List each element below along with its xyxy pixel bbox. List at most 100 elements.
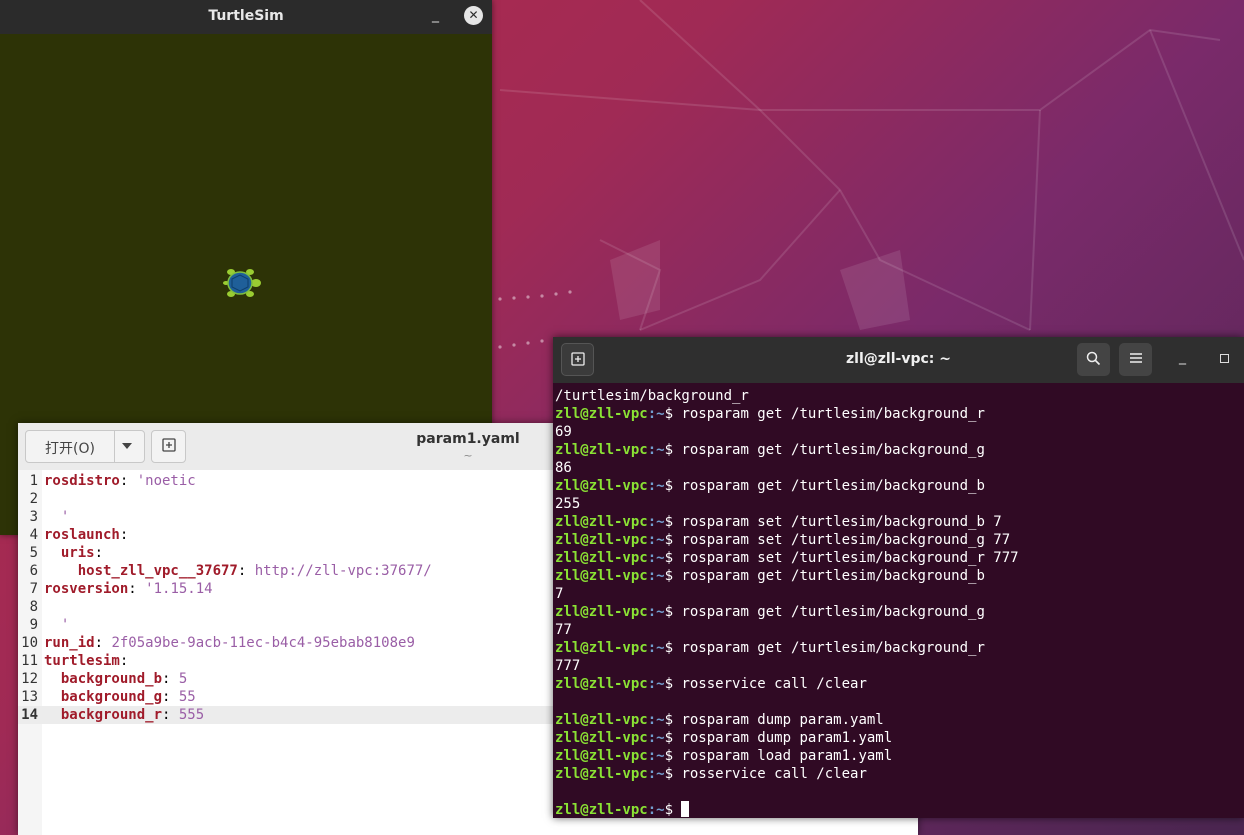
yaml-separator: : [119,653,129,669]
prompt-user: zll@zll-vpc [555,676,648,692]
yaml-separator: : [119,473,137,489]
yaml-key: rosdistro [44,473,120,489]
terminal-title: zll@zll-vpc: ~ [846,351,951,367]
yaml-value: 55 [178,689,196,705]
command-text: rosparam get /turtlesim/background_g [681,604,985,620]
prompt-path: :~ [647,712,665,728]
terminal-command-line: zll@zll-vpc:~$ rosparam load param1.yaml [555,747,1244,765]
open-button[interactable]: 打开(O) [25,430,145,463]
turtlesim-titlebar[interactable]: TurtleSim _ ✕ [0,0,492,34]
terminal-command-line: zll@zll-vpc:~$ [555,801,1244,819]
terminal-command-line: zll@zll-vpc:~$ rosparam get /turtlesim/b… [555,639,1244,657]
prompt-symbol: $ [664,406,682,422]
minimize-icon[interactable]: _ [1179,349,1186,365]
line-text: uris: [44,544,103,562]
prompt-user: zll@zll-vpc [555,442,648,458]
line-number: 9 [29,617,38,633]
prompt-symbol: $ [664,676,682,692]
prompt-user: zll@zll-vpc [555,514,648,530]
prompt-path: :~ [647,802,665,818]
yaml-value: 5 [178,671,188,687]
terminal-output-line: 69 [555,423,1244,441]
yaml-separator: : [237,563,255,579]
terminal-output-line: 77 [555,621,1244,639]
command-text: rosparam get /turtlesim/background_g [681,442,985,458]
line-number: 10 [21,635,38,651]
terminal-output-line: 7 [555,585,1244,603]
turtlesim-title: TurtleSim [208,8,284,24]
prompt-user: zll@zll-vpc [555,568,648,584]
prompt-user: zll@zll-vpc [555,712,648,728]
prompt-symbol: $ [664,748,682,764]
yaml-separator: : [162,689,179,705]
prompt-user: zll@zll-vpc [555,802,648,818]
line-number: 6 [29,563,38,579]
yaml-key: host_zll_vpc__37677 [77,563,238,579]
minimize-icon[interactable]: _ [432,7,439,23]
prompt-symbol: $ [664,514,682,530]
maximize-icon[interactable] [1220,354,1229,363]
yaml-key: run_id [44,635,95,651]
prompt-path: :~ [647,730,665,746]
command-text: rosparam dump param.yaml [681,712,884,728]
command-text: rosparam get /turtlesim/background_b [681,478,985,494]
chevron-down-icon[interactable] [122,443,132,449]
prompt-symbol: $ [664,712,682,728]
search-button[interactable] [1077,343,1110,376]
prompt-user: zll@zll-vpc [555,406,648,422]
yaml-key: rosversion [44,581,129,597]
close-icon[interactable]: ✕ [464,6,483,25]
yaml-key: background_g [60,689,163,705]
prompt-user: zll@zll-vpc [555,532,648,548]
command-text: rosparam get /turtlesim/background_r [681,640,985,656]
command-text: rosparam set /turtlesim/background_r 777 [681,550,1019,566]
prompt-symbol: $ [664,532,682,548]
terminal-command-line: zll@zll-vpc:~$ rosparam get /turtlesim/b… [555,441,1244,459]
line-number: 13 [21,689,38,705]
line-number: 14 [21,707,38,723]
prompt-symbol: $ [664,730,682,746]
prompt-path: :~ [647,442,665,458]
output-text: 77 [555,622,572,638]
yaml-key: background_r [60,707,163,723]
menu-button[interactable] [1119,343,1152,376]
new-tab-icon [570,352,585,366]
terminal-titlebar[interactable]: zll@zll-vpc: ~ _ [553,337,1244,383]
terminal-command-line: zll@zll-vpc:~$ rosparam get /turtlesim/b… [555,603,1244,621]
line-text: host_zll_vpc__37677: http://zll-vpc:3767… [44,562,432,580]
terminal-output[interactable]: /turtlesim/background_r zll@zll-vpc:~$ ro… [555,387,1244,818]
output-text: 86 [555,460,572,476]
prompt-path: :~ [647,406,665,422]
command-text: rosparam load param1.yaml [681,748,893,764]
prompt-user: zll@zll-vpc [555,748,648,764]
output-text: 7 [555,586,564,602]
yaml-separator: : [94,635,112,651]
prompt-user: zll@zll-vpc [555,604,648,620]
terminal-output-line: 255 [555,495,1244,513]
new-tab-icon [161,438,176,452]
line-text: rosversion: '1.15.14 [44,580,213,598]
prompt-user: zll@zll-vpc [555,550,648,566]
line-text: rosdistro: 'noetic [44,472,196,490]
prompt-user: zll@zll-vpc [555,766,648,782]
line-text: ' [44,616,69,634]
line-number: 5 [29,545,38,561]
prompt-path: :~ [647,568,665,584]
prompt-path: :~ [647,604,665,620]
new-tab-button[interactable] [561,343,594,376]
output-text: 777 [555,658,581,674]
prompt-symbol: $ [664,766,682,782]
new-tab-button[interactable] [151,430,186,463]
yaml-key: uris [60,545,95,561]
yaml-key: roslaunch [44,527,120,543]
terminal-output-line: 777 [555,657,1244,675]
prompt-path: :~ [647,514,665,530]
open-button-divider [114,431,115,462]
yaml-key: background_b [60,671,163,687]
